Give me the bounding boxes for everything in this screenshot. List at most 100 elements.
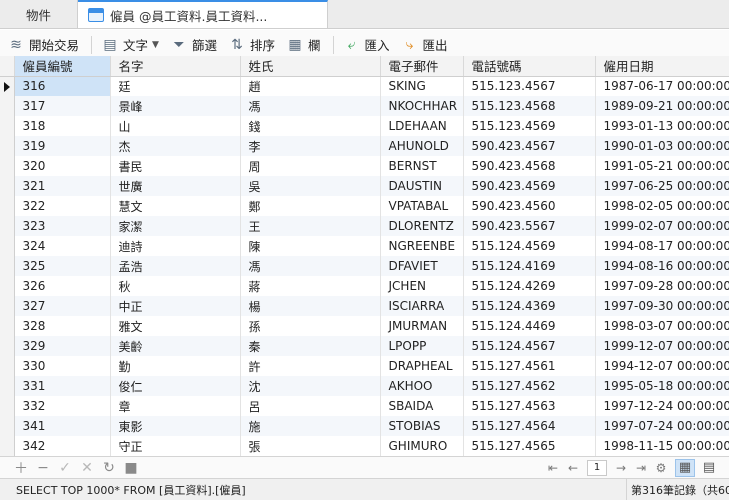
row-selector[interactable]: [0, 216, 15, 236]
cell-employee-id[interactable]: 327: [14, 296, 111, 316]
cell-last-name[interactable]: 王: [240, 216, 381, 236]
row-selector[interactable]: [0, 356, 15, 376]
cell-employee-id[interactable]: 331: [14, 376, 111, 396]
cell-first-name[interactable]: 東影: [110, 416, 241, 436]
table-row[interactable]: 316 廷趙 SKING 515.123.4567 1987-06-17 00:00:0…: [0, 76, 729, 96]
cell-first-name[interactable]: 書民: [110, 156, 241, 176]
cell-phone[interactable]: 515.124.4269: [463, 276, 596, 296]
cell-hire-date[interactable]: 1994-08-17 00:00:00: [595, 236, 729, 256]
cell-employee-id[interactable]: 319: [14, 136, 111, 156]
cell-phone[interactable]: 515.127.4564: [463, 416, 596, 436]
cell-last-name[interactable]: 孫: [240, 316, 381, 336]
apply-changes-button[interactable]: ✓: [54, 460, 76, 476]
cell-phone[interactable]: 590.423.5567: [463, 216, 596, 236]
row-number-header[interactable]: [0, 56, 15, 77]
cell-hire-date[interactable]: 1995-05-18 00:00:00: [595, 376, 729, 396]
table-row[interactable]: 320 書民周 BERNST 590.423.4568 1991-05-21 00:00…: [0, 156, 729, 176]
column-header-employee-id[interactable]: 僱員編號: [14, 56, 111, 77]
table-row[interactable]: 331 俊仁沈 AKHOO 515.127.4562 1995-05-18 00:00:…: [0, 376, 729, 396]
cell-phone[interactable]: 590.423.4560: [463, 196, 596, 216]
cell-hire-date[interactable]: 1999-12-07 00:00:00: [595, 336, 729, 356]
row-selector[interactable]: [0, 336, 15, 356]
cell-phone[interactable]: 515.127.4562: [463, 376, 596, 396]
cell-last-name[interactable]: 呂: [240, 396, 381, 416]
cell-employee-id[interactable]: 325: [14, 256, 111, 276]
prev-page-button[interactable]: ←: [563, 461, 583, 475]
cell-first-name[interactable]: 雅文: [110, 316, 241, 336]
last-page-button[interactable]: ⇥: [631, 461, 651, 475]
cell-first-name[interactable]: 美齡: [110, 336, 241, 356]
cell-first-name[interactable]: 守正: [110, 436, 241, 456]
cell-email[interactable]: DAUSTIN: [380, 176, 464, 196]
table-row[interactable]: 322 慧文鄭 VPATABAL 590.423.4560 1998-02-05 00:…: [0, 196, 729, 216]
cell-employee-id[interactable]: 318: [14, 116, 111, 136]
table-row[interactable]: 325 孟浩馮 DFAVIET 515.124.4169 1994-08-16 00:0…: [0, 256, 729, 276]
row-selector[interactable]: [0, 296, 15, 316]
cell-hire-date[interactable]: 1987-06-17 00:00:00: [595, 76, 729, 96]
cell-email[interactable]: GHIMURO: [380, 436, 464, 456]
cell-phone[interactable]: 590.423.4567: [463, 136, 596, 156]
delete-record-button[interactable]: −: [32, 460, 54, 476]
table-row[interactable]: 332 章呂 SBAIDA 515.127.4563 1997-12-24 00:00:…: [0, 396, 729, 416]
cell-email[interactable]: AHUNOLD: [380, 136, 464, 156]
text-button[interactable]: ▤ 文字 ▼: [102, 35, 159, 54]
form-view-button[interactable]: ▤: [699, 459, 719, 477]
cell-employee-id[interactable]: 321: [14, 176, 111, 196]
cell-last-name[interactable]: 馮: [240, 256, 381, 276]
cell-email[interactable]: STOBIAS: [380, 416, 464, 436]
cell-last-name[interactable]: 秦: [240, 336, 381, 356]
cell-employee-id[interactable]: 326: [14, 276, 111, 296]
cell-phone[interactable]: 515.127.4563: [463, 396, 596, 416]
cell-first-name[interactable]: 孟浩: [110, 256, 241, 276]
cell-last-name[interactable]: 吳: [240, 176, 381, 196]
cell-email[interactable]: JMURMAN: [380, 316, 464, 336]
row-selector[interactable]: [0, 156, 15, 176]
cell-hire-date[interactable]: 1997-09-28 00:00:00: [595, 276, 729, 296]
filter-button[interactable]: ⏷ 篩選: [171, 35, 217, 54]
cell-last-name[interactable]: 陳: [240, 236, 381, 256]
cell-first-name[interactable]: 家潔: [110, 216, 241, 236]
cell-last-name[interactable]: 周: [240, 156, 381, 176]
refresh-button[interactable]: ↻: [98, 460, 120, 476]
cell-employee-id[interactable]: 320: [14, 156, 111, 176]
column-header-phone[interactable]: 電話號碼: [463, 56, 596, 77]
row-selector[interactable]: [0, 116, 15, 136]
row-selector[interactable]: [0, 316, 15, 336]
cell-first-name[interactable]: 景峰: [110, 96, 241, 116]
cell-hire-date[interactable]: 1999-02-07 00:00:00: [595, 216, 729, 236]
cell-hire-date[interactable]: 1998-03-07 00:00:00: [595, 316, 729, 336]
cell-hire-date[interactable]: 1997-09-30 00:00:00: [595, 296, 729, 316]
cell-hire-date[interactable]: 1997-12-24 00:00:00: [595, 396, 729, 416]
row-selector[interactable]: [0, 256, 15, 276]
tab-objects[interactable]: 物件: [0, 0, 78, 28]
cell-email[interactable]: SKING: [380, 76, 464, 96]
cell-phone[interactable]: 590.423.4569: [463, 176, 596, 196]
settings-gear-icon[interactable]: ⚙: [651, 461, 671, 475]
cell-first-name[interactable]: 章: [110, 396, 241, 416]
cell-email[interactable]: NGREENBE: [380, 236, 464, 256]
cell-employee-id[interactable]: 329: [14, 336, 111, 356]
cell-employee-id[interactable]: 316: [14, 76, 111, 96]
cell-first-name[interactable]: 秋: [110, 276, 241, 296]
cell-phone[interactable]: 515.123.4568: [463, 96, 596, 116]
row-selector[interactable]: [0, 436, 15, 456]
cell-employee-id[interactable]: 332: [14, 396, 111, 416]
cell-first-name[interactable]: 廷: [110, 76, 241, 96]
tab-employee-table[interactable]: 僱員 @員工資料.員工資料...: [78, 0, 328, 28]
cell-phone[interactable]: 515.127.4561: [463, 356, 596, 376]
cell-employee-id[interactable]: 328: [14, 316, 111, 336]
cell-phone[interactable]: 515.124.4567: [463, 336, 596, 356]
first-page-button[interactable]: ⇤: [543, 461, 563, 475]
table-row[interactable]: 317 景峰馮 NKOCHHAR 515.123.4568 1989-09-21 00:…: [0, 96, 729, 116]
discard-changes-button[interactable]: ✕: [76, 460, 98, 476]
cell-first-name[interactable]: 慧文: [110, 196, 241, 216]
row-selector[interactable]: [0, 276, 15, 296]
cell-employee-id[interactable]: 322: [14, 196, 111, 216]
table-row[interactable]: 326 秋蔣 JCHEN 515.124.4269 1997-09-28 00:00:0…: [0, 276, 729, 296]
cell-first-name[interactable]: 杰: [110, 136, 241, 156]
stop-button[interactable]: ■: [120, 460, 142, 476]
sort-button[interactable]: ⇅ 排序: [229, 35, 275, 54]
cell-email[interactable]: ISCIARRA: [380, 296, 464, 316]
cell-employee-id[interactable]: 323: [14, 216, 111, 236]
cell-employee-id[interactable]: 330: [14, 356, 111, 376]
